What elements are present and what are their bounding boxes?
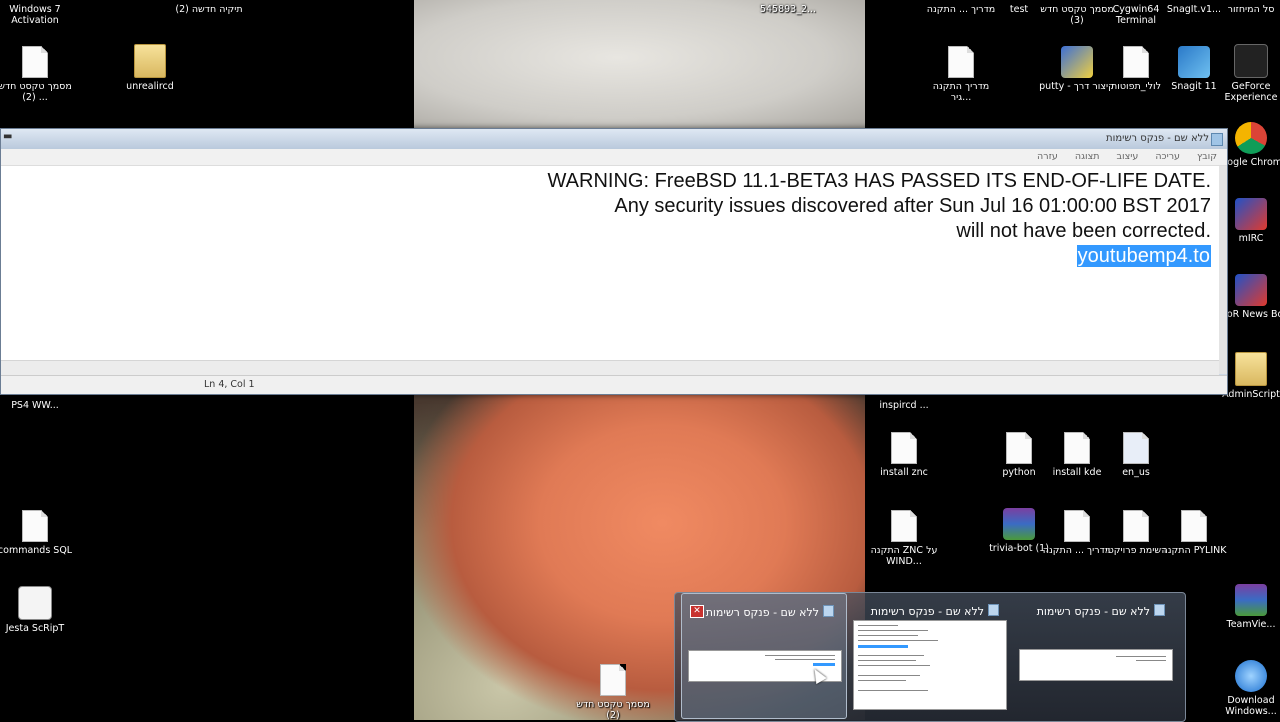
desktop-icon-file-545893[interactable]: 545893_2... — [749, 4, 827, 15]
notepad-window[interactable]: ▬ ללא שם - פנקס רשימות קובץ עריכה עיצוב … — [0, 128, 1228, 395]
text-line: .will not have been corrected — [956, 220, 1211, 242]
desktop-icon-znc-install[interactable]: התקנה ZNC על WIND... — [865, 510, 943, 567]
text-file-icon — [1181, 510, 1207, 542]
horizontal-scrollbar[interactable] — [1, 360, 1219, 375]
desktop-icon-new-text-2[interactable]: מסמך טקסט חדש (2) ... — [0, 46, 74, 103]
window-title: ללא שם - פנקס רשימות — [1106, 133, 1209, 144]
menu-edit[interactable]: עריכה — [1155, 151, 1180, 162]
menu-file[interactable]: קובץ — [1197, 151, 1217, 162]
desktop-icon-jesta[interactable]: Jesta ScRipT — [0, 586, 74, 634]
minimize-icon[interactable]: ▬ — [3, 131, 15, 143]
close-icon[interactable]: ✕ — [690, 605, 704, 618]
text-file-icon — [891, 432, 917, 464]
desktop-icon-new-text-2b[interactable]: מסמך טקסט חדש (2) — [574, 664, 652, 721]
preview-title: ללא שם - פנקס רשימות — [1037, 604, 1165, 618]
archive-icon — [1003, 508, 1035, 540]
desktop-icon-pylink[interactable]: התקנה PYLINK — [1155, 510, 1233, 556]
menu-view[interactable]: תצוגה — [1075, 151, 1100, 162]
chrome-icon — [1235, 122, 1267, 154]
preview-window-1[interactable]: ✕ ללא שם - פנקס רשימות — [681, 593, 847, 719]
text-file-icon — [891, 510, 917, 542]
preview-window-3[interactable]: ללא שם - פנקס רשימות — [1013, 593, 1177, 717]
desktop-icon-new-folder-2[interactable]: תיקיה חדשה (2) — [170, 4, 248, 15]
text-file-icon — [22, 46, 48, 78]
desktop-icon-teamviewer[interactable]: TeamVie... — [1212, 584, 1280, 630]
notepad-titlebar[interactable]: ▬ ללא שם - פנקס רשימות — [1, 129, 1227, 149]
zxor-icon — [1235, 274, 1267, 306]
cursor-position: Ln 4, Col 1 — [204, 379, 255, 390]
desktop-icon-recycle-bin[interactable]: סל המיחזור — [1212, 4, 1280, 15]
text-file-icon — [1123, 510, 1149, 542]
desktop-icon-inspircd[interactable]: inspircd ... — [865, 400, 943, 411]
folder-icon — [1235, 352, 1267, 386]
desktop-icon-en-us[interactable]: en_us — [1097, 432, 1175, 478]
preview-thumbnail — [853, 620, 1007, 710]
preview-window-2[interactable]: ללא שם - פנקס רשימות — [847, 593, 1011, 717]
menu-format[interactable]: עיצוב — [1117, 151, 1139, 162]
desktop-icon-win7-activation[interactable]: Windows 7 Activation — [0, 4, 74, 26]
desktop-icon-geforce[interactable]: GeForce Experience — [1212, 44, 1280, 103]
selected-text: youtubemp4.to — [1076, 245, 1211, 267]
wallpaper-photo-top — [414, 0, 865, 128]
text-file-icon — [22, 510, 48, 542]
text-file-icon — [1064, 510, 1090, 542]
status-bar: Ln 4, Col 1 — [1, 375, 1227, 394]
internet-explorer-icon — [1235, 660, 1267, 692]
notepad-text-area[interactable]: .WARNING: FreeBSD 11.1-BETA3 HAS PASSED … — [1, 166, 1219, 360]
text-file-icon — [948, 46, 974, 78]
preview-title: ללא שם - פנקס רשימות — [871, 604, 999, 618]
text-line: .WARNING: FreeBSD 11.1-BETA3 HAS PASSED … — [547, 170, 1211, 192]
preview-thumbnail — [1019, 649, 1173, 681]
desktop-icon-unrealircd[interactable]: unrealircd — [111, 44, 189, 92]
mirc-icon — [1235, 198, 1267, 230]
text-file-icon — [1006, 432, 1032, 464]
preview-title: ללא שם - פנקס רשימות — [706, 605, 834, 619]
text-file-icon — [600, 664, 626, 696]
notepad-icon — [1154, 604, 1165, 616]
text-file-icon — [1123, 46, 1149, 78]
taskbar-thumbnail-preview: ✕ ללא שם - פנקס רשימות ללא שם - פנקס רשי… — [674, 592, 1186, 722]
desktop-icon-commands-sql[interactable]: commands SQL — [0, 510, 74, 556]
config-file-icon — [1123, 432, 1149, 464]
geforce-icon — [1234, 44, 1268, 78]
text-line: Any security issues discovered after Sun… — [614, 195, 1211, 217]
script-icon — [18, 586, 52, 620]
text-file-icon — [1064, 432, 1090, 464]
folder-icon — [134, 44, 166, 78]
snagit-icon — [1178, 46, 1210, 78]
notepad-app-icon — [1211, 133, 1223, 146]
desktop-icon-guide-install-gir[interactable]: מדריך התקנה גיר... — [922, 46, 1000, 103]
putty-icon — [1061, 46, 1093, 78]
menu-help[interactable]: עזרה — [1037, 151, 1058, 162]
notepad-icon — [988, 604, 999, 616]
desktop-icon-download-windows[interactable]: Download Windows... — [1212, 660, 1280, 717]
archive-icon — [1235, 584, 1267, 616]
notepad-menubar: קובץ עריכה עיצוב תצוגה עזרה — [1, 149, 1227, 166]
desktop-icon-ps4[interactable]: PS4 WW... — [0, 400, 74, 411]
vertical-scrollbar[interactable] — [1219, 166, 1227, 374]
notepad-icon — [823, 605, 834, 617]
desktop-icon-install-znc[interactable]: install znc — [865, 432, 943, 478]
